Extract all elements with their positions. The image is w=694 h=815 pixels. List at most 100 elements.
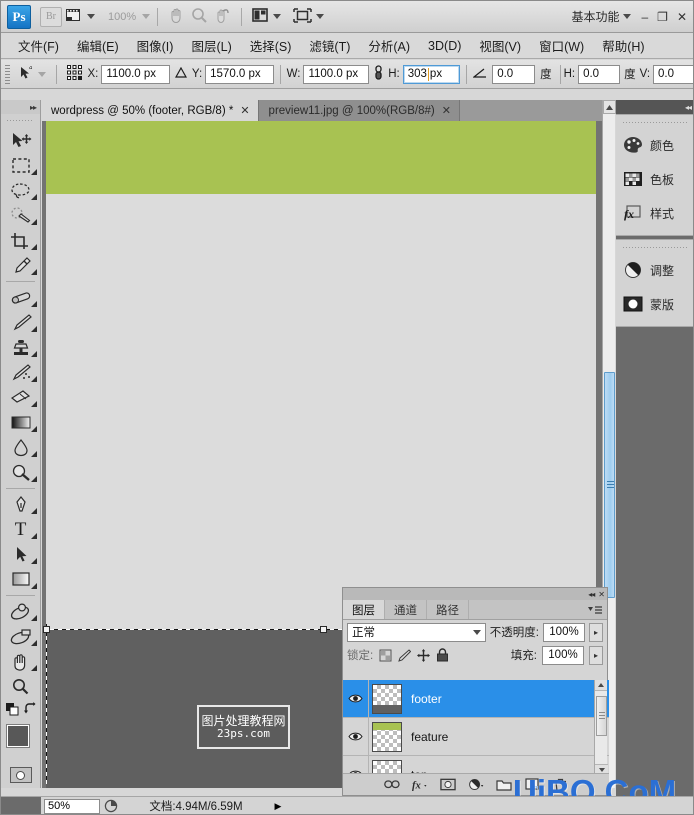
tool-flyout-indicator[interactable]: [31, 583, 37, 589]
layer-row-footer[interactable]: footer: [343, 680, 609, 718]
lock-position-icon[interactable]: [416, 648, 430, 662]
tool-rectangle-shape[interactable]: [1, 567, 40, 592]
tool-gradient[interactable]: [1, 410, 40, 435]
h-input[interactable]: 303 px: [402, 64, 461, 84]
new-adjustment-layer-icon[interactable]: [468, 777, 484, 793]
arrange-documents-button[interactable]: [249, 1, 284, 33]
close-button[interactable]: ✕: [677, 11, 687, 23]
menu-item-select[interactable]: 选择(S): [241, 34, 301, 57]
tab-paths[interactable]: 路径: [427, 600, 469, 619]
chevron-down-icon[interactable]: [472, 629, 481, 635]
link-layers-icon[interactable]: [384, 777, 400, 793]
fill-input[interactable]: 100%: [542, 645, 584, 665]
tool-flyout-indicator[interactable]: [31, 244, 37, 250]
tool-rectangular-marquee[interactable]: [1, 153, 40, 178]
screen-mode-caret-icon[interactable]: [316, 14, 325, 19]
tool-crop[interactable]: [1, 228, 40, 253]
maximize-button[interactable]: ❐: [657, 11, 668, 23]
new-group-icon[interactable]: [496, 777, 512, 793]
tool-lasso[interactable]: [1, 178, 40, 203]
menu-item-layer[interactable]: 图层(L): [182, 34, 240, 57]
dock-item-masks[interactable]: 蒙版: [616, 287, 693, 321]
current-tool-preset[interactable]: [14, 58, 50, 90]
tool-flyout-indicator[interactable]: [31, 326, 37, 332]
tool-preset-caret-icon[interactable]: [37, 71, 46, 77]
dock-item-adjustments[interactable]: 调整: [616, 253, 693, 287]
app-zoom-caret-icon[interactable]: [142, 14, 151, 19]
dock-group-drag-handle[interactable]: [623, 117, 688, 127]
document-tab-preview11[interactable]: preview11.jpg @ 100%(RGB/8#) ✕: [258, 100, 460, 121]
lock-image-pixels-icon[interactable]: [397, 648, 411, 662]
workspace-caret-icon[interactable]: [623, 14, 632, 19]
tool-horizontal-type[interactable]: T: [1, 517, 40, 542]
tab-channels[interactable]: 通道: [385, 600, 427, 619]
w-input[interactable]: 1100.0 px: [303, 64, 370, 84]
tool-flyout-indicator[interactable]: [31, 665, 37, 671]
menu-item-window[interactable]: 窗口(W): [530, 34, 593, 57]
tool-flyout-indicator[interactable]: [31, 426, 37, 432]
minimize-button[interactable]: –: [641, 11, 648, 23]
skew-h-input[interactable]: 0.0: [578, 64, 621, 84]
reference-point-grid-icon[interactable]: [66, 64, 83, 84]
canvas-vertical-scroll-thumb[interactable]: [604, 372, 615, 598]
tool-flyout-indicator[interactable]: [31, 169, 37, 175]
view-extras-caret-icon[interactable]: [87, 14, 95, 19]
menu-item-file[interactable]: 文件(F): [9, 34, 68, 57]
tool-flyout-indicator[interactable]: [31, 615, 37, 621]
dock-item-swatches[interactable]: 色板: [616, 162, 693, 196]
transform-handle-top-center[interactable]: [320, 626, 327, 633]
arrange-documents-caret-icon[interactable]: [273, 14, 282, 19]
tool-flyout-indicator[interactable]: [31, 476, 37, 482]
tool-flyout-indicator[interactable]: [31, 401, 37, 407]
link-chain-icon[interactable]: [373, 65, 384, 83]
workspace-switcher[interactable]: 基本功能 – ❐ ✕: [571, 8, 693, 25]
options-bar-grip[interactable]: [5, 64, 10, 84]
opacity-input[interactable]: 100%: [543, 622, 585, 642]
tool-flyout-indicator[interactable]: [31, 351, 37, 357]
launch-bridge-button[interactable]: Br: [40, 6, 62, 27]
add-layer-style-icon[interactable]: fx: [412, 777, 428, 793]
toolbox-drag-handle[interactable]: [7, 116, 34, 125]
layers-panel-titlebar[interactable]: ◂◂ ✕: [343, 588, 607, 600]
tool-path-selection[interactable]: [1, 542, 40, 567]
dock-item-styles[interactable]: fx 样式: [616, 196, 693, 230]
preview-proxy-button[interactable]: [102, 798, 119, 814]
zoom-tool-button[interactable]: [188, 1, 211, 33]
tool-eraser[interactable]: [1, 385, 40, 410]
screen-mode-button[interactable]: [290, 1, 327, 33]
opacity-stepper[interactable]: ▸: [589, 622, 603, 642]
menu-item-filter[interactable]: 滤镜(T): [300, 34, 359, 57]
tool-flyout-indicator[interactable]: [31, 640, 37, 646]
dock-item-color[interactable]: 颜色: [616, 128, 693, 162]
tool-flyout-indicator[interactable]: [31, 376, 37, 382]
menu-item-image[interactable]: 图像(I): [128, 34, 183, 57]
layer-thumbnail[interactable]: [372, 683, 402, 714]
menu-item-3d[interactable]: 3D(D): [419, 37, 470, 55]
tool-move[interactable]: [1, 128, 40, 153]
scroll-up-button[interactable]: [603, 100, 616, 114]
menu-item-help[interactable]: 帮助(H): [593, 34, 653, 57]
tool-flyout-indicator[interactable]: [31, 219, 37, 225]
tool-brush[interactable]: [1, 310, 40, 335]
tool-flyout-indicator[interactable]: [31, 269, 37, 275]
dock-collapse-button[interactable]: ◂◂: [616, 100, 693, 114]
layers-list-scrollbar[interactable]: [594, 680, 608, 775]
menu-item-analysis[interactable]: 分析(A): [359, 34, 419, 57]
document-tab-wordpress[interactable]: wordpress @ 50% (footer, RGB/8) * ✕: [41, 100, 259, 121]
layer-visibility-toggle[interactable]: [343, 717, 369, 756]
menu-item-edit[interactable]: 编辑(E): [68, 34, 128, 57]
view-extras-button[interactable]: [62, 1, 98, 33]
tool-flyout-indicator[interactable]: [31, 508, 37, 514]
close-panel-icon[interactable]: ✕: [598, 590, 605, 599]
tool-zoom[interactable]: [1, 674, 40, 699]
rotate-angle-input[interactable]: 0.0: [492, 64, 536, 84]
blend-mode-select[interactable]: 正常: [347, 622, 486, 642]
tool-dodge[interactable]: [1, 460, 40, 485]
dock-group-drag-handle[interactable]: [623, 242, 688, 252]
tool-3d-orbit[interactable]: [1, 624, 40, 649]
lock-all-icon[interactable]: [435, 648, 449, 662]
tool-eyedropper[interactable]: [1, 253, 40, 278]
tool-blur[interactable]: [1, 435, 40, 460]
layer-visibility-toggle[interactable]: [343, 680, 369, 718]
tool-clone-stamp[interactable]: [1, 335, 40, 360]
